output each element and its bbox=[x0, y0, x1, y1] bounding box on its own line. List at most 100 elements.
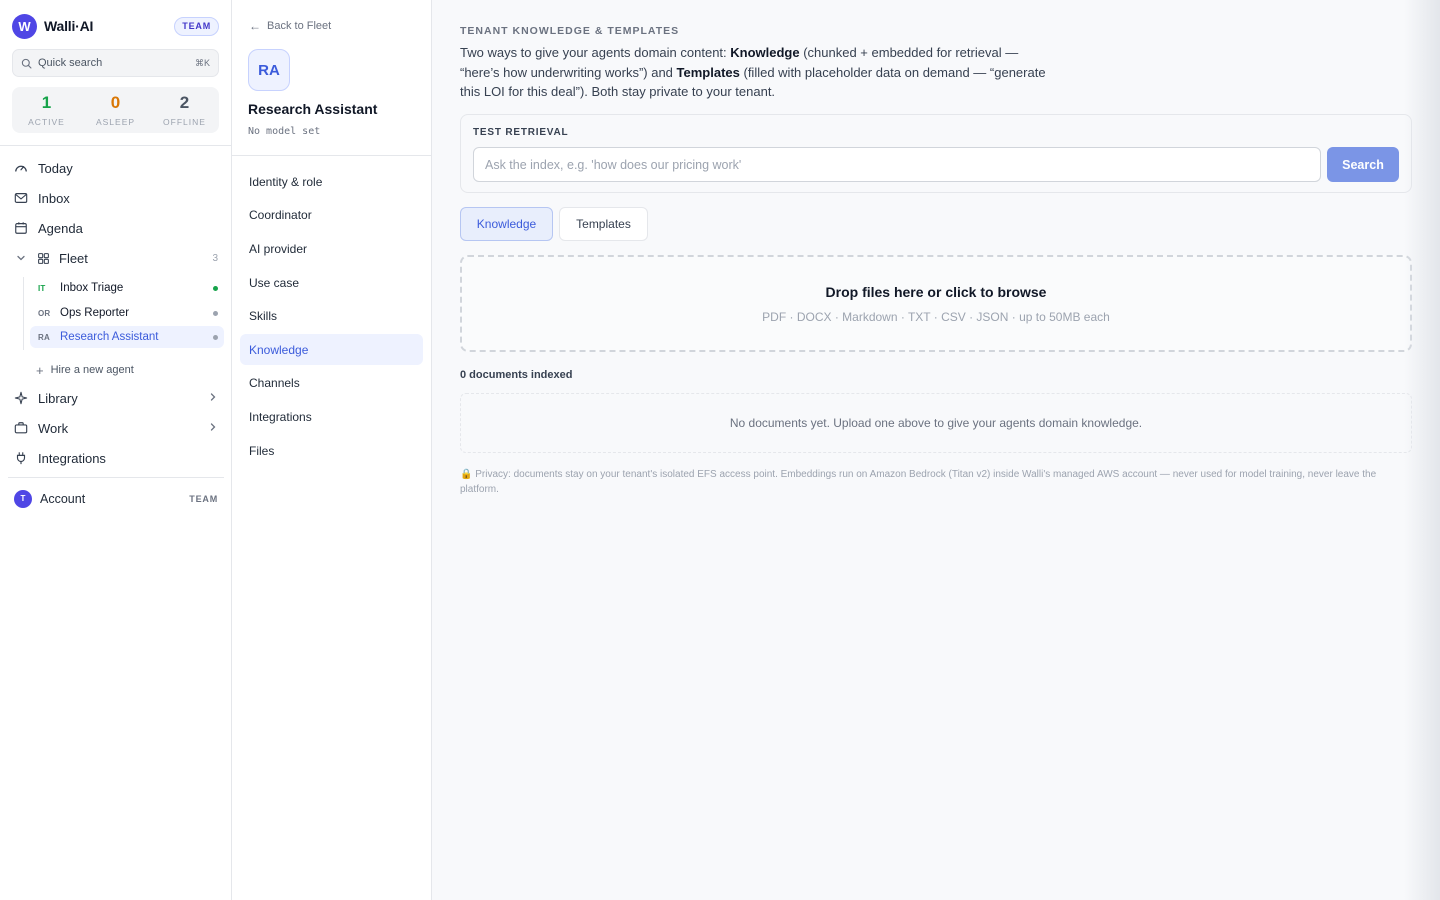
stat-offline-label: OFFLINE bbox=[163, 116, 206, 127]
brand-header[interactable]: W Walli·AI TEAM bbox=[12, 13, 219, 39]
main-content: TENANT KNOWLEDGE & TEMPLATES Two ways to… bbox=[432, 0, 1440, 900]
hire-agent-label: Hire a new agent bbox=[50, 364, 134, 376]
sidebar: W Walli·AI TEAM Quick search ⌘K 1 ACTIVE… bbox=[0, 0, 232, 900]
search-icon bbox=[21, 58, 32, 69]
stat-offline-value: 2 bbox=[179, 92, 190, 112]
fleet-tree-line bbox=[23, 277, 24, 350]
nav-agenda[interactable]: Agenda bbox=[12, 215, 222, 241]
account-plan-badge: TEAM bbox=[189, 493, 218, 504]
quick-search[interactable]: Quick search ⌘K bbox=[12, 49, 219, 77]
status-dot bbox=[213, 334, 218, 340]
edge-shadow bbox=[1404, 0, 1440, 900]
page-title: TENANT KNOWLEDGE & TEMPLATES bbox=[460, 25, 680, 37]
plug-icon bbox=[13, 450, 29, 466]
account-button[interactable]: T Account TEAM bbox=[14, 489, 218, 508]
stat-active: 1 ACTIVE bbox=[12, 87, 81, 133]
arrow-left-icon: ← bbox=[249, 19, 261, 33]
dropzone-subtitle: PDF · DOCX · Markdown · TXT · CSV · JSON… bbox=[762, 310, 1110, 324]
hire-agent-button[interactable]: + Hire a new agent bbox=[36, 361, 134, 379]
nav-integrations[interactable]: Integrations bbox=[12, 445, 222, 471]
agent-initials: RA bbox=[38, 332, 50, 342]
sidebar-divider bbox=[0, 145, 232, 146]
fleet-agent-ops-reporter[interactable]: OR Ops Reporter bbox=[30, 302, 224, 324]
empty-state: No documents yet. Upload one above to gi… bbox=[460, 393, 1412, 453]
config-identity-role[interactable]: Identity & role bbox=[240, 166, 423, 197]
avatar: T bbox=[14, 489, 32, 508]
stat-asleep-label: ASLEEP bbox=[95, 116, 136, 127]
agent-name: Inbox Triage bbox=[60, 282, 124, 294]
nav-library-label: Library bbox=[38, 390, 78, 406]
plan-badge: TEAM bbox=[174, 16, 219, 36]
mail-icon bbox=[13, 190, 29, 206]
nav-today-label: Today bbox=[38, 160, 73, 176]
agent-initials: IT bbox=[38, 283, 46, 293]
agent-name: Research Assistant bbox=[60, 331, 159, 343]
plus-icon: + bbox=[36, 362, 44, 378]
config-coordinator[interactable]: Coordinator bbox=[240, 199, 423, 230]
nav-fleet[interactable]: Fleet 3 bbox=[12, 245, 222, 271]
config-channels[interactable]: Channels bbox=[240, 367, 423, 398]
nav-library[interactable]: Library bbox=[12, 385, 222, 411]
fleet-agent-research-assistant[interactable]: RA Research Assistant bbox=[30, 326, 224, 348]
nav-work-label: Work bbox=[38, 420, 69, 436]
agent-title: Research Assistant bbox=[248, 101, 378, 117]
agent-avatar: RA bbox=[248, 49, 290, 91]
config-use-case[interactable]: Use case bbox=[240, 267, 423, 298]
documents-count: 0 documents indexed bbox=[460, 369, 573, 381]
quick-search-shortcut: ⌘K bbox=[194, 57, 210, 68]
intro-templates-term: Templates bbox=[676, 64, 740, 80]
config-files[interactable]: Files bbox=[240, 435, 423, 466]
fleet-agent-inbox-triage[interactable]: IT Inbox Triage bbox=[30, 277, 224, 299]
calendar-icon bbox=[13, 220, 29, 236]
nav-integrations-label: Integrations bbox=[38, 450, 106, 466]
config-divider bbox=[232, 155, 431, 156]
nav-inbox[interactable]: Inbox bbox=[12, 185, 222, 211]
brand-logo: W bbox=[12, 13, 37, 39]
chevron-right-icon bbox=[208, 422, 222, 435]
agent-initials: OR bbox=[38, 308, 51, 318]
stat-asleep: 0 ASLEEP bbox=[81, 87, 150, 133]
config-integrations[interactable]: Integrations bbox=[240, 401, 423, 432]
tab-templates[interactable]: Templates bbox=[559, 207, 648, 241]
agent-name: Ops Reporter bbox=[60, 307, 130, 319]
nav-agenda-label: Agenda bbox=[38, 220, 83, 236]
status-dot bbox=[213, 310, 218, 316]
config-skills[interactable]: Skills bbox=[240, 300, 423, 331]
fleet-stats: 1 ACTIVE 0 ASLEEP 2 OFFLINE bbox=[12, 87, 219, 133]
config-ai-provider[interactable]: AI provider bbox=[240, 233, 423, 264]
intro-part: Two ways to give your agents domain cont… bbox=[460, 45, 731, 60]
account-label: Account bbox=[40, 491, 86, 506]
sidebar-divider bbox=[8, 477, 224, 478]
agent-config-panel: ← Back to Fleet RA Research Assistant No… bbox=[232, 0, 432, 900]
chevron-down-icon[interactable] bbox=[13, 250, 29, 266]
briefcase-icon bbox=[13, 420, 29, 436]
nav-today[interactable]: Today bbox=[12, 155, 222, 181]
status-dot bbox=[213, 285, 218, 291]
test-retrieval-card: TEST RETRIEVAL Search bbox=[460, 114, 1412, 193]
nav-inbox-label: Inbox bbox=[38, 190, 70, 206]
back-to-fleet-label: Back to Fleet bbox=[267, 20, 332, 32]
stat-active-label: ACTIVE bbox=[28, 116, 65, 127]
back-to-fleet-link[interactable]: ← Back to Fleet bbox=[249, 19, 331, 33]
brand-name: Walli·AI bbox=[44, 18, 94, 34]
nav-work[interactable]: Work bbox=[12, 415, 222, 441]
sparkle-icon bbox=[13, 390, 29, 406]
dropzone-title: Drop files here or click to browse bbox=[825, 284, 1047, 300]
retrieval-query-input[interactable] bbox=[473, 147, 1321, 182]
stat-active-value: 1 bbox=[41, 92, 52, 112]
file-dropzone[interactable]: Drop files here or click to browse PDF ·… bbox=[460, 255, 1412, 352]
agent-model: No model set bbox=[248, 126, 321, 137]
tab-knowledge[interactable]: Knowledge bbox=[460, 207, 553, 241]
intro-knowledge-term: Knowledge bbox=[730, 45, 800, 60]
fleet-count: 3 bbox=[212, 252, 218, 264]
search-button[interactable]: Search bbox=[1327, 147, 1399, 182]
nav-fleet-label: Fleet bbox=[59, 250, 88, 266]
intro-text: Two ways to give your agents domain cont… bbox=[460, 43, 1060, 102]
config-knowledge[interactable]: Knowledge bbox=[240, 334, 423, 365]
privacy-note: 🔒 Privacy: documents stay on your tenant… bbox=[460, 469, 1377, 495]
quick-search-label: Quick search bbox=[38, 57, 103, 69]
chevron-right-icon bbox=[208, 392, 222, 405]
stat-offline: 2 OFFLINE bbox=[150, 87, 219, 133]
test-retrieval-title: TEST RETRIEVAL bbox=[473, 127, 569, 138]
stat-asleep-value: 0 bbox=[110, 92, 121, 112]
